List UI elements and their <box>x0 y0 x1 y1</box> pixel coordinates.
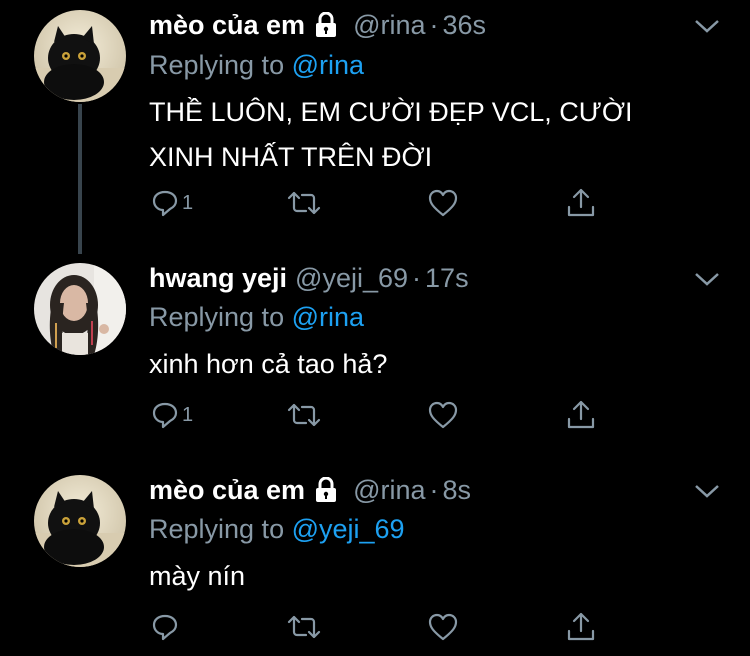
retweet-button[interactable] <box>285 395 323 435</box>
retweet-icon <box>287 403 321 427</box>
retweet-icon <box>287 191 321 215</box>
reply-button[interactable]: 1 <box>150 395 193 435</box>
lock-icon <box>315 12 337 38</box>
like-icon <box>428 189 458 217</box>
reply-icon <box>152 614 178 641</box>
display-name[interactable]: hwang yeji <box>149 263 287 294</box>
black-cat-avatar-image <box>34 10 126 102</box>
tweet-header: hwang yeji @yeji_69 · 17s <box>149 258 469 298</box>
tweet-text-line: THỀ LUÔN, EM CƯỜI ĐẸP VCL, CƯỜI <box>149 97 633 127</box>
tweet-text: mày nín <box>149 554 245 599</box>
user-handle[interactable]: @rina <box>353 10 425 41</box>
like-button[interactable] <box>427 395 459 435</box>
retweet-icon <box>287 615 321 639</box>
share-icon <box>567 400 595 429</box>
mention-link[interactable]: @rina <box>292 50 364 80</box>
tweet-text-line: mày nín <box>149 561 246 591</box>
separator-dot: · <box>429 474 439 505</box>
tweet-text-line: xinh hơn cả tao hả? <box>149 349 388 379</box>
like-button[interactable] <box>427 183 459 223</box>
mention-link[interactable]: @yeji_69 <box>292 514 405 544</box>
tweet-header: mèo của em @rina · 8s <box>149 470 471 510</box>
share-button[interactable] <box>565 183 597 223</box>
reply-count: 1 <box>182 191 194 214</box>
replying-label: Replying to <box>149 514 292 544</box>
reply-button[interactable]: 1 <box>150 183 193 223</box>
action-bar: 1 <box>150 395 610 435</box>
tweet-text: xinh hơn cả tao hả? <box>149 342 387 387</box>
share-icon <box>567 188 595 217</box>
action-bar: 1 <box>150 183 610 223</box>
reply-button[interactable] <box>150 607 182 647</box>
separator-dot: · <box>412 262 422 293</box>
display-name[interactable]: mèo của em <box>149 475 305 506</box>
action-bar <box>150 607 610 647</box>
reply-count: 1 <box>182 403 194 426</box>
retweet-button[interactable] <box>285 183 323 223</box>
replying-label: Replying to <box>149 302 292 332</box>
chevron-down-icon[interactable] <box>692 17 722 37</box>
user-handle[interactable]: @yeji_69 <box>295 263 408 294</box>
tweet-text-line: XINH NHẤT TRÊN ĐỜI <box>149 142 433 172</box>
share-button[interactable] <box>565 607 597 647</box>
replying-to: Replying to @rina <box>149 50 364 81</box>
replying-to: Replying to @yeji_69 <box>149 514 405 545</box>
reply-icon <box>152 402 178 429</box>
like-icon <box>428 613 458 641</box>
black-cat-avatar-image <box>34 475 126 567</box>
lock-icon <box>315 477 337 503</box>
avatar[interactable] <box>34 475 126 567</box>
chevron-down-icon[interactable] <box>692 482 722 502</box>
chevron-down-icon[interactable] <box>692 270 722 290</box>
timestamp[interactable]: 8s <box>443 475 472 506</box>
like-icon <box>428 401 458 429</box>
reply-icon <box>152 190 178 217</box>
girl-portrait-avatar-image <box>34 263 126 355</box>
user-handle[interactable]: @rina <box>353 475 425 506</box>
share-button[interactable] <box>565 395 597 435</box>
replying-label: Replying to <box>149 50 292 80</box>
replying-to: Replying to @rina <box>149 302 364 333</box>
retweet-button[interactable] <box>285 607 323 647</box>
avatar[interactable] <box>34 263 126 355</box>
share-icon <box>567 612 595 641</box>
timestamp[interactable]: 36s <box>443 10 487 41</box>
tweet-text: THỀ LUÔN, EM CƯỜI ĐẸP VCL, CƯỜI XINH NHẤ… <box>149 90 633 180</box>
avatar[interactable] <box>34 10 126 102</box>
tweet-header: mèo của em @rina · 36s <box>149 5 486 45</box>
display-name[interactable]: mèo của em <box>149 10 305 41</box>
timestamp[interactable]: 17s <box>425 263 469 294</box>
separator-dot: · <box>429 9 439 40</box>
like-button[interactable] <box>427 607 459 647</box>
thread-line <box>78 104 82 254</box>
mention-link[interactable]: @rina <box>292 302 364 332</box>
